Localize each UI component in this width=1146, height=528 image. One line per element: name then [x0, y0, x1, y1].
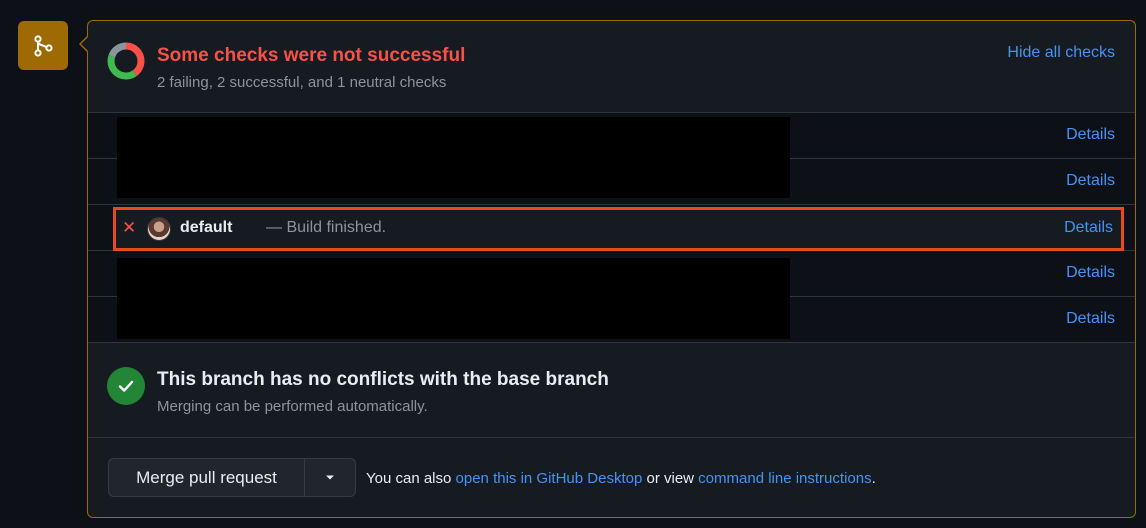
- conflict-status: This branch has no conflicts with the ba…: [88, 345, 1135, 438]
- details-link[interactable]: Details: [1066, 264, 1115, 282]
- conflict-subtitle: Merging can be performed automatically.: [157, 398, 428, 415]
- check-name: default: [180, 219, 233, 236]
- fail-x-icon: ✕: [122, 218, 137, 237]
- note-middle: or view: [646, 470, 694, 487]
- check-circle-icon: [107, 367, 145, 405]
- avatar: [147, 217, 171, 241]
- merge-alternatives-note: You can also open this in GitHub Desktop…: [366, 470, 876, 487]
- merge-options-dropdown[interactable]: [304, 458, 356, 497]
- conflict-title: This branch has no conflicts with the ba…: [157, 369, 609, 390]
- triangle-down-icon: [326, 475, 334, 479]
- check-row-default: ✕ default — Build finished. Details: [113, 207, 1124, 251]
- redacted-block: [117, 117, 790, 198]
- note-suffix: .: [871, 470, 876, 487]
- panel-pointer-inner: [81, 37, 88, 51]
- check-description: — Build finished.: [266, 219, 387, 236]
- note-prefix: You can also: [366, 470, 452, 487]
- merge-actions: Merge pull request You can also open thi…: [88, 438, 1135, 517]
- checks-title: Some checks were not successful: [157, 45, 466, 66]
- details-link[interactable]: Details: [1066, 310, 1115, 328]
- details-link[interactable]: Details: [1066, 126, 1115, 144]
- redacted-block: [117, 258, 790, 339]
- merge-panel: Some checks were not successful 2 failin…: [87, 20, 1136, 518]
- details-link[interactable]: Details: [1064, 219, 1113, 237]
- open-in-desktop-link[interactable]: open this in GitHub Desktop: [456, 470, 643, 487]
- checks-summary: Some checks were not successful 2 failin…: [88, 21, 1135, 113]
- pull-request-merge-box: Some checks were not successful 2 failin…: [0, 0, 1146, 528]
- hide-all-checks-link[interactable]: Hide all checks: [1007, 44, 1115, 62]
- details-link[interactable]: Details: [1066, 172, 1115, 190]
- merge-pull-request-button[interactable]: Merge pull request: [108, 458, 305, 497]
- git-merge-icon: [18, 21, 68, 70]
- command-line-instructions-link[interactable]: command line instructions: [698, 470, 871, 487]
- checks-subtitle: 2 failing, 2 successful, and 1 neutral c…: [157, 74, 447, 91]
- checks-status-donut-icon: [107, 42, 145, 80]
